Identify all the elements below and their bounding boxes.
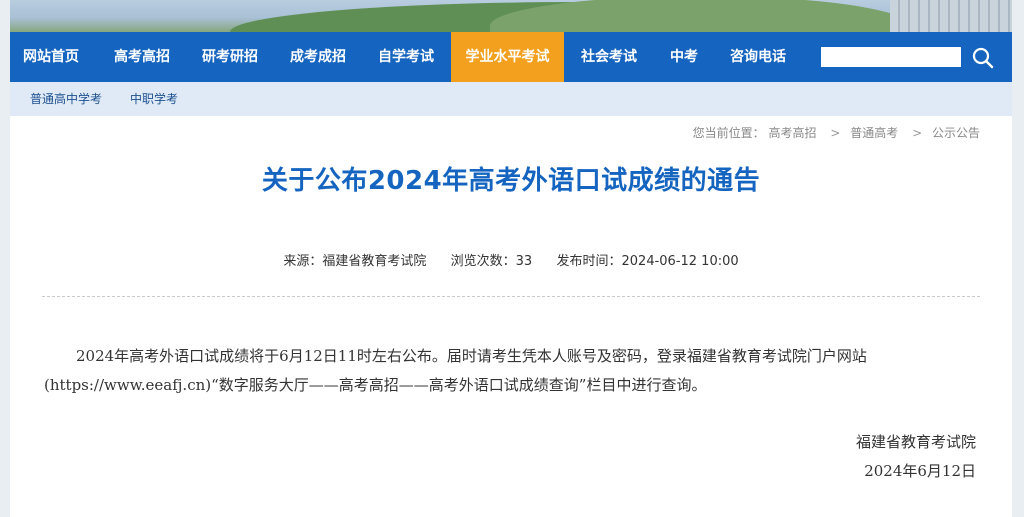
breadcrumb-separator: >: [912, 126, 923, 140]
signature-org: 福建省教育考试院: [855, 433, 976, 451]
article-meta: 来源：福建省教育考试院 浏览次数：33 发布时间：2024-06-12 10:0…: [10, 250, 1012, 269]
nav-item-shehui[interactable]: 社会考试: [564, 32, 654, 82]
nav-item-yankao[interactable]: 研考研招: [186, 32, 274, 82]
breadcrumb-item-gaokao[interactable]: 高考高招: [769, 126, 817, 140]
views-value: 33: [515, 254, 533, 269]
nav-item-zixue[interactable]: 自学考试: [362, 32, 450, 82]
subnav-item-zhongzhi[interactable]: 中职学考: [130, 82, 178, 116]
article-body: 2024年高考外语口试成绩将于6月12日11时左右公布。届时请考生凭本人账号及密…: [44, 347, 867, 394]
article-title: 关于公布2024年高考外语口试成绩的通告: [261, 166, 761, 196]
nav-item-chengkao[interactable]: 成考成招: [274, 32, 362, 82]
views-label: 浏览次数：: [450, 254, 516, 269]
nav-item-xueye[interactable]: 学业水平考试: [451, 32, 564, 82]
sub-nav: 普通高中学考 中职学考: [10, 82, 1012, 116]
nav-item-gaokao[interactable]: 高考高招: [98, 32, 186, 82]
nav-item-zhongkao[interactable]: 中考: [654, 32, 714, 82]
banner-hill: [490, 0, 910, 32]
search-icon[interactable]: [970, 45, 996, 71]
breadcrumb-separator: >: [830, 126, 841, 140]
banner-building: [890, 0, 1012, 32]
search-input[interactable]: [821, 47, 961, 67]
breadcrumb-item-gonggao[interactable]: 公示公告: [932, 126, 980, 140]
divider: [42, 296, 980, 297]
source-label: 来源：: [283, 254, 323, 269]
published-value: 2024-06-12 10:00: [621, 254, 739, 269]
source-value: 福建省教育考试院: [322, 254, 427, 269]
header-banner: [10, 0, 1012, 32]
nav-item-zixun[interactable]: 咨询电话: [716, 32, 800, 82]
breadcrumb-prefix: 您当前位置：: [692, 126, 765, 140]
nav-item-home[interactable]: 网站首页: [10, 32, 92, 82]
published-label: 发布时间：: [556, 254, 622, 269]
signature-date: 2024年6月12日: [864, 462, 976, 480]
breadcrumb-item-putong[interactable]: 普通高考: [850, 126, 898, 140]
main-nav: 网站首页 高考高招 研考研招 成考成招 自学考试 学业水平考试 社会考试 中考 …: [10, 32, 1012, 82]
breadcrumb: 您当前位置： 高考高招 > 普通高考 > 公示公告: [689, 124, 980, 141]
article-panel: 您当前位置： 高考高招 > 普通高考 > 公示公告 关于公布2024年高考外语口…: [10, 116, 1012, 517]
article-signature: 福建省教育考试院 2024年6月12日: [856, 428, 976, 486]
subnav-item-putong[interactable]: 普通高中学考: [30, 82, 102, 116]
